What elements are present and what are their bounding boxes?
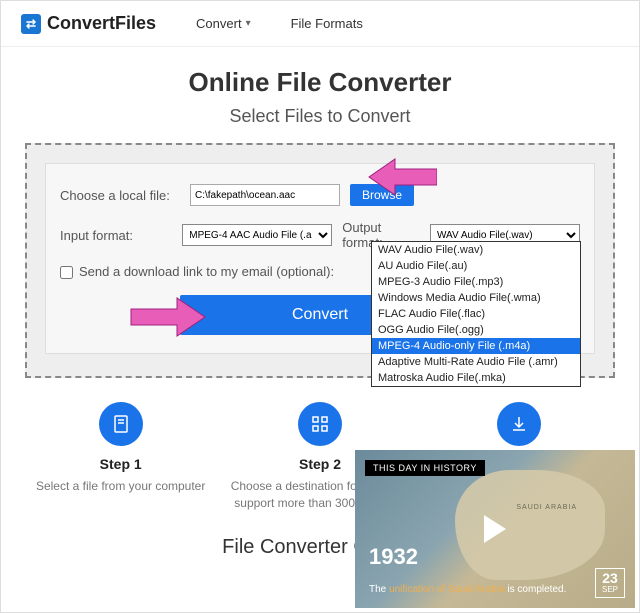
step-1-desc: Select a file from your computer xyxy=(31,478,210,495)
nav-convert-label: Convert xyxy=(196,16,242,31)
output-option[interactable]: WAV Audio File(.wav) xyxy=(372,242,580,258)
video-play-button[interactable] xyxy=(484,515,506,543)
video-day: 23 xyxy=(602,571,618,586)
annotation-arrow-convert xyxy=(127,295,207,339)
annotation-arrow-browse xyxy=(367,157,437,197)
upload-panel: Choose a local file: Browse Input format… xyxy=(25,143,615,378)
video-month: SEP xyxy=(602,586,618,595)
video-land-label: SAUDI ARABIA xyxy=(516,504,577,511)
output-option[interactable]: OGG Audio File(.ogg) xyxy=(372,322,580,338)
file-path-input[interactable] xyxy=(190,184,340,206)
nav-convert[interactable]: Convert ▾ xyxy=(196,16,251,31)
output-option[interactable]: AU Audio File(.au) xyxy=(372,258,580,274)
video-ad-overlay: SAUDI ARABIA THIS DAY IN HISTORY 1932 Th… xyxy=(355,450,635,608)
input-format-select[interactable]: MPEG-4 AAC Audio File (.a xyxy=(182,224,332,246)
video-caption: The unification of Saudi Arabia is compl… xyxy=(369,583,566,596)
step-1-icon xyxy=(99,402,143,446)
video-caption-highlight: unification of Saudi Arabia xyxy=(389,584,505,595)
output-option[interactable]: FLAC Audio File(.flac) xyxy=(372,306,580,322)
video-caption-pre: The xyxy=(369,584,389,595)
nav: Convert ▾ File Formats xyxy=(196,16,363,31)
email-checkbox[interactable] xyxy=(60,266,73,279)
logo[interactable]: ⇄ ConvertFiles xyxy=(21,13,156,34)
video-history-tag: THIS DAY IN HISTORY xyxy=(365,460,485,476)
step-3-icon xyxy=(497,402,541,446)
output-option[interactable]: Windows Media Audio File(.wma) xyxy=(372,290,580,306)
step-2-icon xyxy=(298,402,342,446)
page-title: Online File Converter xyxy=(1,67,639,98)
brand-name: ConvertFiles xyxy=(47,13,156,34)
header: ⇄ ConvertFiles Convert ▾ File Formats xyxy=(1,1,639,47)
page-subtitle: Select Files to Convert xyxy=(1,106,639,127)
output-option[interactable]: Matroska Audio File(.mka) xyxy=(372,370,580,386)
file-row: Choose a local file: Browse xyxy=(60,184,580,206)
chevron-down-icon: ▾ xyxy=(246,18,251,29)
output-format-dropdown[interactable]: WAV Audio File(.wav)AU Audio File(.au)MP… xyxy=(371,241,581,387)
email-label: Send a download link to my email (option… xyxy=(79,264,334,279)
nav-file-formats[interactable]: File Formats xyxy=(291,16,363,31)
step-1-title: Step 1 xyxy=(31,456,210,472)
logo-icon: ⇄ xyxy=(21,14,41,34)
output-option[interactable]: MPEG-4 Audio-only File (.m4a) xyxy=(372,338,580,354)
input-format-label: Input format: xyxy=(60,228,172,243)
video-caption-post: is completed. xyxy=(505,584,567,595)
choose-file-label: Choose a local file: xyxy=(60,188,180,203)
nav-formats-label: File Formats xyxy=(291,16,363,31)
video-landmass xyxy=(455,470,605,580)
output-option[interactable]: Adaptive Multi-Rate Audio File (.amr) xyxy=(372,354,580,370)
output-option[interactable]: MPEG-3 Audio File(.mp3) xyxy=(372,274,580,290)
video-date-box: 23 SEP xyxy=(595,568,625,598)
step-1: Step 1 Select a file from your computer xyxy=(31,402,210,512)
video-year: 1932 xyxy=(369,544,418,570)
